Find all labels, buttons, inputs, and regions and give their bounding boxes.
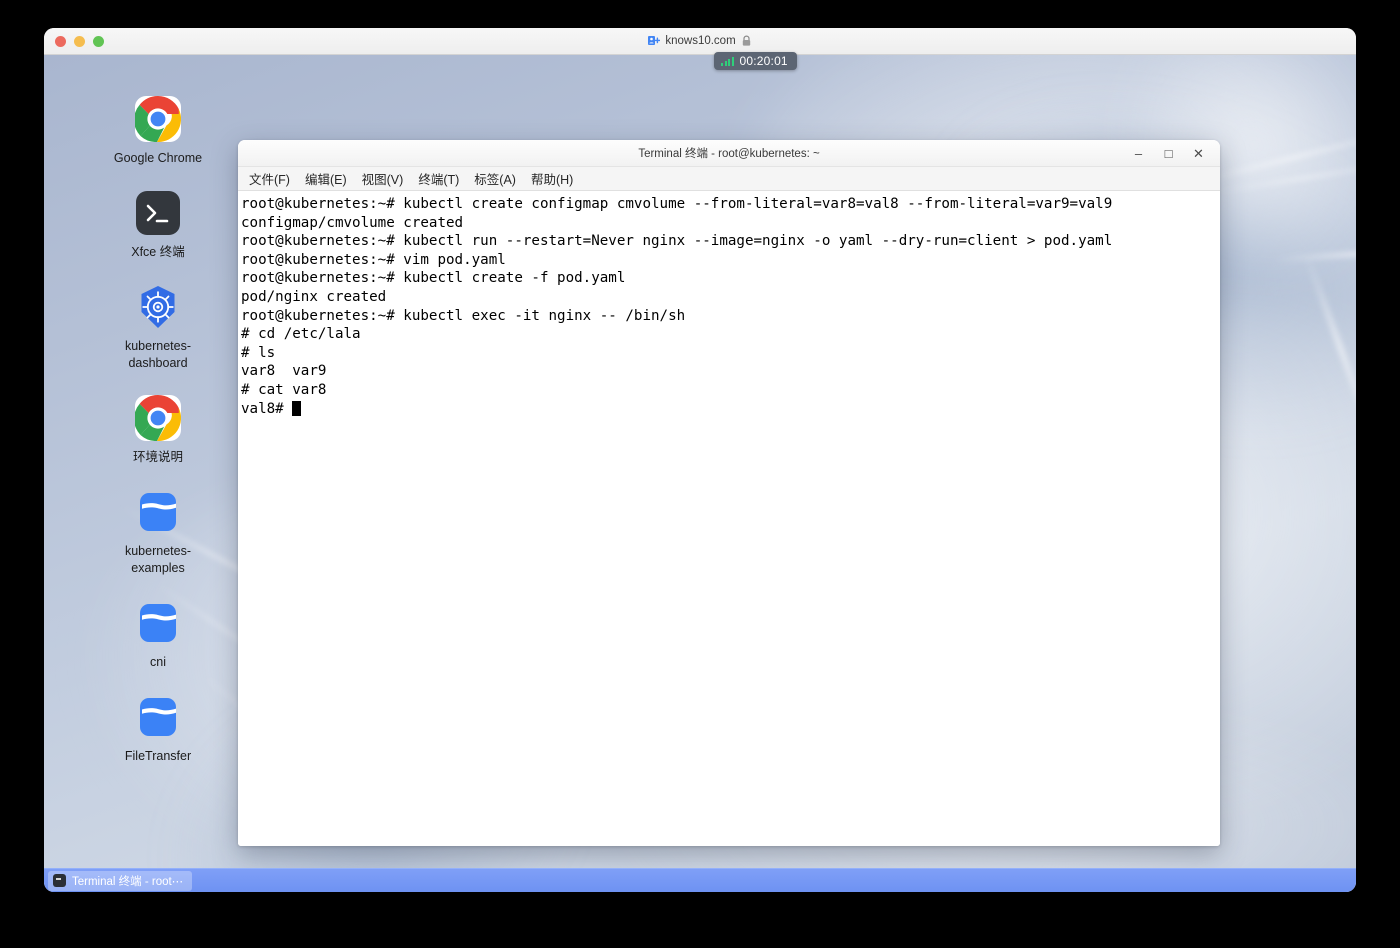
page-title: knows10.com (665, 35, 736, 47)
browser-title-bar-label: knows10.com (44, 35, 1356, 47)
terminal-window: Terminal 终端 - root@kubernetes: ~ – □ ✕ 文… (238, 140, 1220, 846)
terminal-line: root@kubernetes:~# kubectl create -f pod… (241, 270, 626, 287)
minimize-button[interactable] (74, 35, 85, 47)
desktop-icon-xfce-terminal[interactable]: Xfce 终端 (112, 189, 204, 261)
wallpaper-streak (1303, 253, 1356, 463)
terminal-line: # cd /etc/lala (241, 326, 361, 343)
terminal-icon (134, 189, 182, 237)
desktop-icon-cni[interactable]: cni (112, 599, 204, 671)
browser-window: knows10.com Google Chrome Xfce 终端 kubern… (44, 28, 1356, 892)
menu-edit[interactable]: 编辑(E) (299, 167, 353, 190)
desktop-icon-kubernetes-dashboard[interactable]: kubernetes-dashboard (112, 283, 204, 372)
desktop-icon-label: Google Chrome (113, 151, 203, 165)
desktop-icon-google-chrome[interactable]: Google Chrome (112, 95, 204, 167)
desktop-icon-label: kubernetes-dashboard (124, 339, 191, 370)
terminal-line: # cat var8 (241, 381, 327, 398)
desktop-icon-label: FileTransfer (124, 749, 192, 763)
taskbar-item-terminal[interactable]: Terminal 终端 - root⋯ (48, 870, 193, 891)
terminal-prompt-text: val8# (241, 400, 293, 417)
folder-icon (134, 693, 182, 741)
terminal-line: pod/nginx created (241, 288, 387, 305)
desktop-icon-label: cni (150, 655, 166, 669)
desktop-icon-label: Xfce 终端 (131, 245, 185, 259)
terminal-line: var8 var9 (241, 363, 327, 380)
desktop-icon-label: kubernetes-examples (124, 544, 191, 575)
terminal-output[interactable]: root@kubernetes:~# kubectl create config… (238, 191, 1220, 846)
menu-view[interactable]: 视图(V) (356, 167, 410, 190)
menu-file[interactable]: 文件(F) (243, 167, 296, 190)
terminal-line: configmap/cmvolume created (241, 214, 464, 231)
profile-add-icon (648, 35, 661, 47)
terminal-line: # ls (241, 344, 276, 361)
terminal-line: root@kubernetes:~# kubectl create config… (241, 196, 1113, 212)
kubernetes-icon (134, 283, 182, 331)
terminal-line: root@kubernetes:~# kubectl exec -it ngin… (241, 307, 686, 324)
close-button[interactable] (55, 35, 66, 47)
terminal-titlebar[interactable]: Terminal 终端 - root@kubernetes: ~ – □ ✕ (238, 140, 1220, 167)
terminal-prompt-line: val8# (241, 400, 1220, 419)
zoom-button[interactable] (93, 35, 104, 47)
block-cursor-icon (292, 400, 301, 416)
terminal-line: root@kubernetes:~# kubectl run --restart… (241, 233, 1113, 250)
close-button[interactable]: ✕ (1192, 147, 1205, 160)
terminal-menubar: 文件(F) 编辑(E) 视图(V) 终端(T) 标签(A) 帮助(H) (238, 167, 1220, 191)
chrome-icon (134, 394, 182, 442)
chrome-icon (134, 95, 182, 143)
terminal-title: Terminal 终端 - root@kubernetes: ~ (638, 148, 820, 160)
terminal-line: root@kubernetes:~# vim pod.yaml (241, 251, 506, 268)
menu-tabs[interactable]: 标签(A) (468, 167, 522, 190)
timer-value: 00:20:01 (739, 54, 788, 68)
desktop-icon-column: Google Chrome Xfce 终端 kubernetes-dashboa… (112, 95, 204, 787)
browser-titlebar: knows10.com (44, 28, 1356, 55)
desktop: Google Chrome Xfce 终端 kubernetes-dashboa… (44, 55, 1356, 892)
traffic-lights (55, 35, 104, 47)
wallpaper-streak (1214, 159, 1356, 194)
taskbar: Terminal 终端 - root⋯ (44, 868, 1356, 892)
wallpaper-streak (1274, 244, 1356, 263)
maximize-button[interactable]: □ (1162, 147, 1175, 160)
lock-icon (741, 35, 752, 47)
folder-icon (134, 599, 182, 647)
desktop-icon-huanjing-shuoming[interactable]: 环境说明 (112, 394, 204, 466)
desktop-icon-kubernetes-examples[interactable]: kubernetes-examples (112, 488, 204, 577)
desktop-icon-filetransfer[interactable]: FileTransfer (112, 693, 204, 765)
signal-bars-icon (721, 56, 734, 66)
taskbar-item-label: Terminal 终端 - root⋯ (72, 875, 184, 888)
terminal-window-controls: – □ ✕ (1132, 147, 1220, 160)
menu-terminal[interactable]: 终端(T) (412, 167, 465, 190)
session-timer: 00:20:01 (714, 52, 797, 70)
desktop-icon-label: 环境说明 (132, 450, 183, 464)
terminal-icon (53, 874, 66, 887)
menu-help[interactable]: 帮助(H) (525, 167, 579, 190)
minimize-button[interactable]: – (1132, 147, 1145, 160)
folder-icon (134, 488, 182, 536)
